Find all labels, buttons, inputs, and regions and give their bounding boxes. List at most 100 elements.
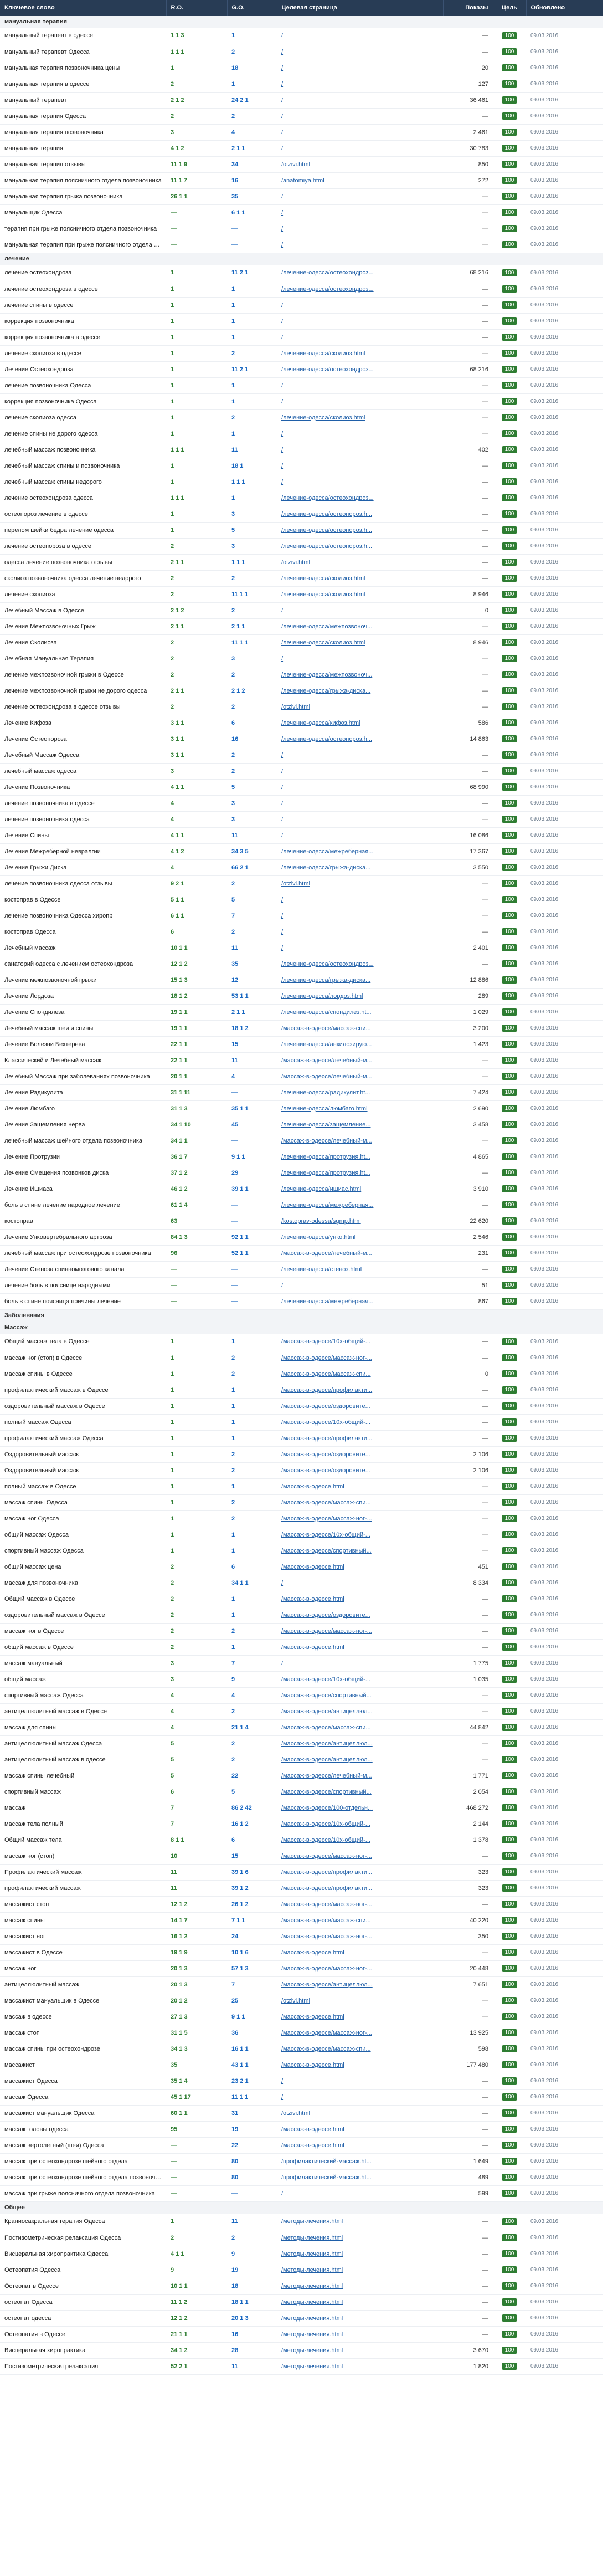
- target-url[interactable]: /методы-лечения.html: [277, 2342, 443, 2358]
- keyword[interactable]: массаж ног в Одессе: [0, 1623, 166, 1639]
- keyword[interactable]: массажист мануальщик в Одессе: [0, 1993, 166, 2009]
- keyword[interactable]: санаторий одесса с лечением остеохондроз…: [0, 956, 166, 972]
- keyword[interactable]: Лечение Позвоночника: [0, 779, 166, 795]
- keyword[interactable]: лечение остеопороза в одессе: [0, 538, 166, 554]
- keyword[interactable]: массажист в Одессе: [0, 1944, 166, 1960]
- target-url[interactable]: /лечение-одесса/унко.html: [277, 1229, 443, 1245]
- keyword[interactable]: общий массаж: [0, 1671, 166, 1687]
- target-url[interactable]: /массаж-в-одессе/массаж-спи...: [277, 1912, 443, 1928]
- target-url[interactable]: /массаж-в-одессе/профилакти...: [277, 1864, 443, 1880]
- keyword[interactable]: спортивный массаж Одесса: [0, 1543, 166, 1559]
- keyword[interactable]: массажист Одесса: [0, 2073, 166, 2089]
- target-url[interactable]: /anatomiya.html: [277, 172, 443, 188]
- target-url[interactable]: /лечение-одесса/грыжа-диска...: [277, 859, 443, 875]
- target-url[interactable]: /лечение-одесса/сколиоз.html: [277, 345, 443, 361]
- target-url[interactable]: /лечение-одесса/сколиоз.html: [277, 586, 443, 602]
- target-url[interactable]: /лечение-одесса/межреберная...: [277, 1293, 443, 1309]
- keyword[interactable]: мануальная терапия грыжа позвоночника: [0, 188, 166, 204]
- keyword[interactable]: массаж ног (стоп): [0, 1848, 166, 1864]
- keyword[interactable]: антицеллюлитный массаж: [0, 1976, 166, 1993]
- target-url[interactable]: /массаж-в-одессе/массаж-ног-...: [277, 1623, 443, 1639]
- keyword[interactable]: перелом шейки бедра лечение одесса: [0, 522, 166, 538]
- keyword[interactable]: массажист ног: [0, 1928, 166, 1944]
- keyword[interactable]: Оздоровительный массаж: [0, 1446, 166, 1462]
- keyword[interactable]: массаж для спины: [0, 1719, 166, 1735]
- target-url[interactable]: /массаж-в-одессе/антицеллюл...: [277, 1735, 443, 1752]
- target-url[interactable]: /: [277, 124, 443, 140]
- target-url[interactable]: /лечение-одесса/остеохондроз...: [277, 361, 443, 377]
- target-url[interactable]: /массаж-в-одессе.html: [277, 2137, 443, 2153]
- target-url[interactable]: /массаж-в-одессе.html: [277, 2057, 443, 2073]
- target-url[interactable]: /: [277, 924, 443, 940]
- target-url[interactable]: /: [277, 426, 443, 442]
- keyword[interactable]: лечение сколиоза в одессе: [0, 345, 166, 361]
- target-url[interactable]: /лечение-одесса/сколиоз.html: [277, 570, 443, 586]
- target-url[interactable]: /массаж-в-одессе/профилакти...: [277, 1880, 443, 1896]
- keyword[interactable]: остеопат Одесса: [0, 2294, 166, 2310]
- keyword[interactable]: Висцеральная хиропрактика Одесса: [0, 2246, 166, 2262]
- keyword[interactable]: полный массаж Одесса: [0, 1414, 166, 1430]
- keyword[interactable]: Лечение межпозвоночной грыжи: [0, 972, 166, 988]
- keyword[interactable]: антицеллюлитный массаж в одессе: [0, 1752, 166, 1768]
- target-url[interactable]: /лечение-одесса/радикулит.ht...: [277, 1084, 443, 1100]
- target-url[interactable]: /: [277, 779, 443, 795]
- target-url[interactable]: /otzivi.html: [277, 554, 443, 570]
- keyword[interactable]: мануальный терапевт Одесса: [0, 44, 166, 60]
- keyword[interactable]: Лечение Спондилеза: [0, 1004, 166, 1020]
- target-url[interactable]: /массаж-в-одессе/10x-общий-...: [277, 1832, 443, 1848]
- keyword[interactable]: Лечение Болезни Бехтерева: [0, 1036, 166, 1052]
- target-url[interactable]: /массаж-в-одессе/массаж-ног-...: [277, 1510, 443, 1527]
- keyword[interactable]: мануальная терапия отзывы: [0, 156, 166, 172]
- target-url[interactable]: /: [277, 940, 443, 956]
- keyword[interactable]: общий массаж Одесса: [0, 1527, 166, 1543]
- keyword[interactable]: коррекция позвоночника в одессе: [0, 329, 166, 345]
- keyword[interactable]: Лечение Стеноза спинномозгового канала: [0, 1261, 166, 1277]
- keyword[interactable]: мануальная терапия при грыже поясничного…: [0, 237, 166, 253]
- target-url[interactable]: /: [277, 1277, 443, 1293]
- keyword[interactable]: Висцеральная хиропрактика: [0, 2342, 166, 2358]
- keyword[interactable]: Остеопат в Одессе: [0, 2278, 166, 2294]
- target-url[interactable]: /массаж-в-одессе/лечебный-м...: [277, 1068, 443, 1084]
- target-url[interactable]: /массаж-в-одессе/массаж-ног-...: [277, 1350, 443, 1366]
- header-shows[interactable]: Показы: [443, 0, 493, 16]
- keyword[interactable]: массаж при остеохондрозе шейного отдела …: [0, 2169, 166, 2185]
- keyword[interactable]: Оздоровительный массаж: [0, 1462, 166, 1478]
- target-url[interactable]: /лечение-одесса/остеохондроз...: [277, 956, 443, 972]
- keyword[interactable]: массаж спины Одесса: [0, 1494, 166, 1510]
- keyword[interactable]: массажист стоп: [0, 1896, 166, 1912]
- target-url[interactable]: /лечение-одесса/кифоз.html: [277, 715, 443, 731]
- keyword[interactable]: Лечение Защемления нерва: [0, 1117, 166, 1133]
- keyword[interactable]: Лечение Лордоза: [0, 988, 166, 1004]
- target-url[interactable]: /: [277, 602, 443, 618]
- target-url[interactable]: /массаж-в-одессе/профилакти...: [277, 1430, 443, 1446]
- keyword[interactable]: Профилактический массаж: [0, 1864, 166, 1880]
- target-url[interactable]: /массаж-в-одессе.html: [277, 1944, 443, 1960]
- target-url[interactable]: /: [277, 474, 443, 490]
- target-url[interactable]: /массаж-в-одессе/оздоровите...: [277, 1607, 443, 1623]
- keyword[interactable]: остеопат одесса: [0, 2310, 166, 2326]
- target-url[interactable]: /: [277, 811, 443, 827]
- keyword[interactable]: Лечение Остеохондроза: [0, 361, 166, 377]
- keyword[interactable]: массаж вертолетный (шеи) Одесса: [0, 2137, 166, 2153]
- keyword[interactable]: спортивный массаж Одесса: [0, 1687, 166, 1703]
- target-url[interactable]: /лечение-одесса/спондилез.ht...: [277, 1004, 443, 1020]
- target-url[interactable]: /: [277, 763, 443, 779]
- keyword[interactable]: мануальная терапия: [0, 140, 166, 156]
- target-url[interactable]: /массаж-в-одессе/антицеллюл...: [277, 1976, 443, 1993]
- target-url[interactable]: /: [277, 329, 443, 345]
- keyword[interactable]: мануальная терапия Одесса: [0, 108, 166, 124]
- target-url[interactable]: /массаж-в-одессе/массаж-спи...: [277, 1494, 443, 1510]
- target-url[interactable]: /: [277, 908, 443, 924]
- target-url[interactable]: /методы-лечения.html: [277, 2246, 443, 2262]
- keyword[interactable]: боль в спине поясница причины лечение: [0, 1293, 166, 1309]
- target-url[interactable]: /методы-лечения.html: [277, 2230, 443, 2246]
- target-url[interactable]: /массаж-в-одессе.html: [277, 1639, 443, 1655]
- target-url[interactable]: /методы-лечения.html: [277, 2294, 443, 2310]
- keyword[interactable]: Классический и Лечебный массаж: [0, 1052, 166, 1068]
- keyword[interactable]: антицеллюлитный массаж Одесса: [0, 1735, 166, 1752]
- target-url[interactable]: /лечение-одесса/грыжа-диска...: [277, 683, 443, 699]
- keyword[interactable]: Лечение Межреберной невралгии: [0, 843, 166, 859]
- target-url[interactable]: /массаж-в-одессе.html: [277, 2121, 443, 2137]
- target-url[interactable]: /: [277, 2185, 443, 2201]
- keyword[interactable]: массаж стоп: [0, 2025, 166, 2041]
